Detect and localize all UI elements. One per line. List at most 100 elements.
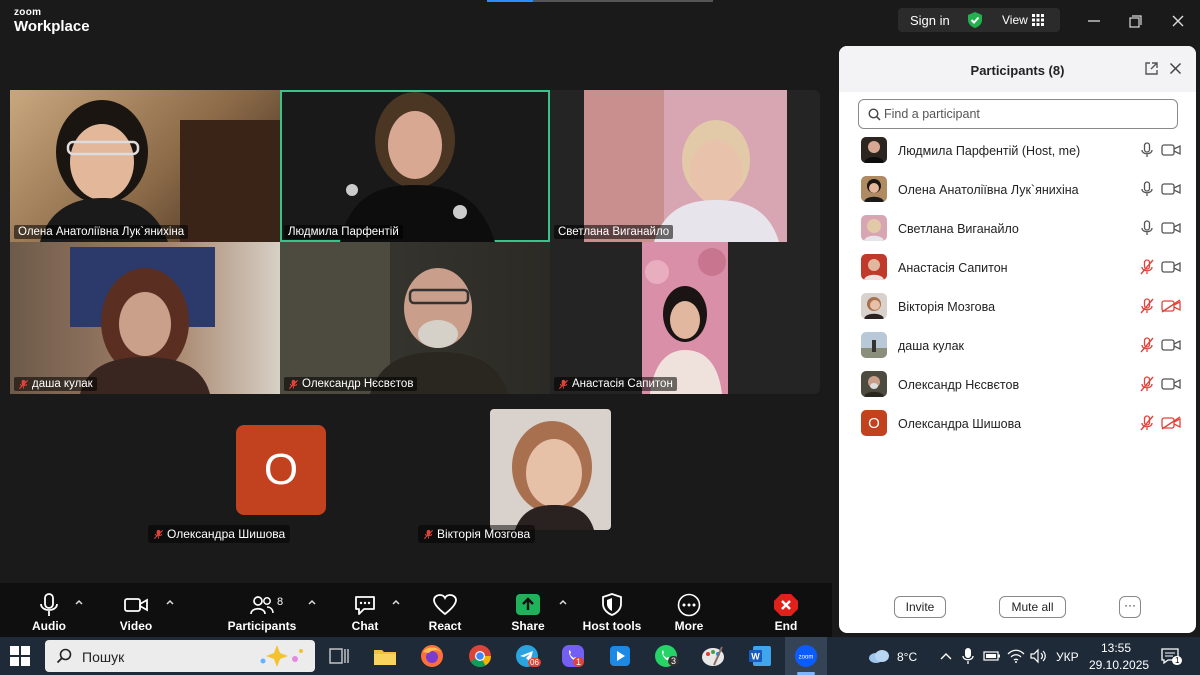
video-tile-svetlana[interactable]: Светлана Виганайло <box>550 90 787 242</box>
avatar: O <box>861 410 887 436</box>
panel-more-button[interactable]: ··· <box>1119 596 1141 618</box>
host-tools-button[interactable]: Host tools <box>580 583 644 637</box>
mic-muted-icon[interactable] <box>1140 298 1154 314</box>
clock-date[interactable]: 29.10.2025 <box>1089 658 1149 672</box>
participant-row[interactable]: O Олександра Шишова <box>839 405 1196 443</box>
video-tile-olena[interactable]: Олена Анатоліївна Лук`янихіна <box>10 90 280 242</box>
share-options-chevron-up-icon[interactable] <box>558 597 568 607</box>
weather-cloud-icon[interactable] <box>866 643 892 669</box>
avatar-oleksandra[interactable]: O <box>236 425 326 515</box>
mic-on-icon[interactable] <box>1140 220 1154 236</box>
viber-app[interactable]: 1 <box>560 643 586 669</box>
participants-button[interactable]: 8 Participants <box>226 583 298 637</box>
pop-out-icon[interactable] <box>1144 61 1159 76</box>
participant-row[interactable]: Вікторія Мозгова <box>839 288 1196 326</box>
file-explorer-icon[interactable] <box>372 643 398 669</box>
mic-on-icon[interactable] <box>1140 181 1154 197</box>
mic-on-icon[interactable] <box>1140 142 1154 158</box>
zoom-workplace-logo: zoom Workplace <box>14 8 90 35</box>
video-button[interactable]: Video <box>108 583 164 637</box>
chat-button[interactable]: Chat <box>342 583 388 637</box>
participants-options-chevron-up-icon[interactable] <box>307 597 317 607</box>
mic-muted-icon[interactable] <box>1140 337 1154 353</box>
telegram-app[interactable]: 06 <box>514 643 541 669</box>
tile-name-label: Светлана Виганайло <box>554 225 674 239</box>
microphone-icon <box>40 593 58 616</box>
participant-row[interactable]: Олена Анатоліївна Лук`янихіна <box>839 171 1196 209</box>
participant-name: Олена Анатоліївна Лук`янихіна <box>898 183 1079 197</box>
video-tile-dasha[interactable]: даша кулак <box>10 242 280 394</box>
firefox-icon[interactable] <box>419 643 445 669</box>
camera-on-icon[interactable] <box>1161 260 1181 274</box>
participant-row[interactable]: даша кулак <box>839 327 1196 365</box>
input-language[interactable]: УКР <box>1056 650 1079 664</box>
end-button[interactable]: End <box>764 583 808 637</box>
weather-temperature[interactable]: 8°C <box>897 650 917 664</box>
chat-options-chevron-up-icon[interactable] <box>391 597 401 607</box>
whatsapp-app[interactable]: 3 <box>653 643 680 669</box>
close-panel-icon[interactable] <box>1169 62 1182 75</box>
notifications-button[interactable]: 1 <box>1160 647 1184 667</box>
paint-icon[interactable] <box>700 643 726 669</box>
participant-row[interactable]: Светлана Виганайло <box>839 210 1196 248</box>
wifi-icon[interactable] <box>1007 648 1025 664</box>
zoom-taskbar-app[interactable]: zoom <box>785 637 827 675</box>
participant-name: Вікторія Мозгова <box>898 300 996 314</box>
battery-icon[interactable] <box>983 649 1001 663</box>
more-button[interactable]: More <box>666 583 712 637</box>
camera-on-icon[interactable] <box>1161 338 1181 352</box>
end-label: End <box>774 619 798 633</box>
participant-search-input[interactable] <box>884 104 1169 124</box>
windows-start-icon[interactable] <box>10 646 30 666</box>
camera-on-icon[interactable] <box>1161 182 1181 196</box>
camera-on-icon[interactable] <box>1161 377 1181 391</box>
avatar <box>861 137 887 163</box>
taskbar-search[interactable]: Пошук <box>45 640 315 672</box>
restore-icon[interactable] <box>1124 10 1146 32</box>
share-screen-icon <box>516 594 540 615</box>
participant-video-image <box>642 242 728 394</box>
audio-button[interactable]: Audio <box>22 583 76 637</box>
react-button[interactable]: React <box>420 583 470 637</box>
mic-muted-icon[interactable] <box>1140 415 1154 431</box>
participant-row[interactable]: Анастасія Сапитон <box>839 249 1196 287</box>
video-tile-anastasiia[interactable]: Анастасія Сапитон <box>550 242 787 394</box>
share-button[interactable]: Share <box>504 583 552 637</box>
clock-time[interactable]: 13:55 <box>1101 641 1131 655</box>
video-tile-oleksandr[interactable]: Олександр Нєсвєтов <box>280 242 550 394</box>
tile-name-label: даша кулак <box>14 377 97 391</box>
video-tile-viktoriia[interactable] <box>490 409 611 530</box>
more-label: More <box>674 619 704 633</box>
video-tile-liudmyla[interactable]: Людмила Парфентій <box>280 90 550 242</box>
camera-on-icon[interactable] <box>1161 143 1181 157</box>
video-options-chevron-up-icon[interactable] <box>165 597 175 607</box>
task-view-icon[interactable] <box>326 643 352 669</box>
chrome-icon[interactable] <box>467 643 493 669</box>
minimize-icon[interactable] <box>1083 10 1105 32</box>
audio-options-chevron-up-icon[interactable] <box>74 597 84 607</box>
avatar <box>861 332 887 358</box>
encryption-shield-icon[interactable] <box>966 11 984 29</box>
microphone-tray-icon[interactable] <box>961 647 975 665</box>
camera-off-icon[interactable] <box>1161 299 1181 313</box>
tile-name: Олена Анатоліївна Лук`янихіна <box>18 226 185 238</box>
volume-icon[interactable] <box>1029 648 1047 664</box>
invite-button[interactable]: Invite <box>894 596 946 618</box>
participant-row[interactable]: Олександр Нєсвєтов <box>839 366 1196 404</box>
view-button[interactable]: View <box>1002 13 1028 27</box>
mic-muted-icon[interactable] <box>1140 259 1154 275</box>
close-icon[interactable] <box>1167 10 1189 32</box>
camera-on-icon[interactable] <box>1161 221 1181 235</box>
mute-all-button[interactable]: Mute all <box>999 596 1066 618</box>
camera-off-icon[interactable] <box>1161 416 1181 430</box>
mic-muted-icon[interactable] <box>1140 376 1154 392</box>
word-icon[interactable]: W <box>747 643 773 669</box>
media-player-icon[interactable] <box>607 643 633 669</box>
sparkle-decoration-icon <box>260 645 303 667</box>
sign-in-button[interactable]: Sign in <box>910 13 950 28</box>
chevron-up-icon[interactable] <box>938 648 954 664</box>
search-icon <box>868 108 881 121</box>
participants-count-badge: 8 <box>277 596 284 608</box>
grid-view-icon[interactable] <box>1032 14 1044 26</box>
participant-row[interactable]: Людмила Парфентій (Host, me) <box>839 132 1196 170</box>
